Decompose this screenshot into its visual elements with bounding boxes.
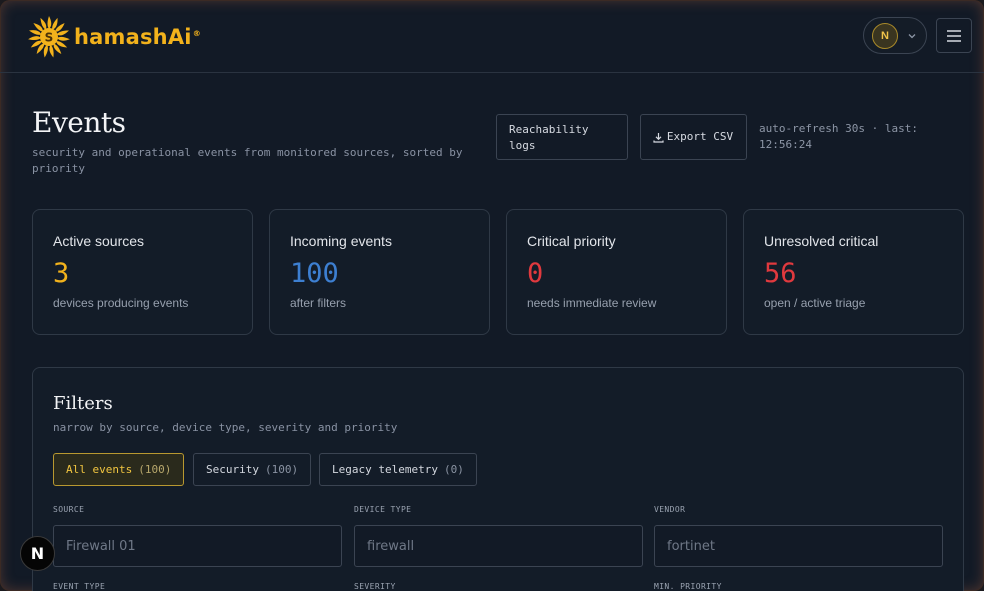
brand-name: hamashAi® <box>74 25 201 49</box>
chevron-down-icon <box>908 33 916 38</box>
device-type-input[interactable] <box>354 525 643 567</box>
stat-subtitle: open / active triage <box>764 296 866 310</box>
top-bar: S hamashAi® N <box>0 0 984 73</box>
page-subtitle: security and operational events from mon… <box>32 146 463 175</box>
export-csv-button[interactable]: Export CSV <box>640 114 747 160</box>
reachability-logs-button[interactable]: Reachability logs <box>496 114 628 160</box>
stat-card-unresolved-critical: Unresolved critical 56 open / active tri… <box>743 209 964 335</box>
auto-refresh-status: auto-refresh 30s · last: 12:56:24 <box>759 122 918 151</box>
source-label: SOURCE <box>53 505 85 514</box>
chip-label: Security <box>206 463 259 476</box>
chip-count: (100) <box>138 463 172 476</box>
stat-subtitle: needs immediate review <box>527 296 657 310</box>
stat-card-active-sources: Active sources 3 devices producing event… <box>32 209 253 335</box>
stat-title: Unresolved critical <box>764 233 879 249</box>
stat-card-incoming-events: Incoming events 100 after filters <box>269 209 490 335</box>
brand-logo[interactable]: S hamashAi® <box>26 15 201 59</box>
stat-value: 0 <box>527 258 544 289</box>
severity-label: SEVERITY <box>354 582 396 591</box>
hamburger-menu-button[interactable] <box>936 18 972 53</box>
chip-all-events[interactable]: All events (100) <box>53 453 185 486</box>
min-priority-label: MIN. PRIORITY <box>654 582 722 591</box>
trademark-mark: ® <box>192 29 201 38</box>
vendor-input[interactable] <box>654 525 943 567</box>
chip-label: Legacy telemetry <box>332 463 438 476</box>
sun-logo-icon: S <box>28 16 70 58</box>
chip-security[interactable]: Security (100) <box>193 453 312 486</box>
stat-value: 56 <box>764 258 797 289</box>
stat-subtitle: devices producing events <box>53 296 189 310</box>
filters-title: Filters <box>53 393 113 414</box>
source-input[interactable] <box>53 525 342 567</box>
device-type-label: DEVICE TYPE <box>354 505 412 514</box>
stat-value: 3 <box>53 258 70 289</box>
stat-title: Critical priority <box>527 233 616 249</box>
menu-icon <box>947 29 961 42</box>
stat-title: Active sources <box>53 233 145 249</box>
stat-subtitle: after filters <box>290 296 347 310</box>
vendor-label: VENDOR <box>654 505 686 514</box>
dev-tools-button[interactable]: N <box>20 536 55 571</box>
event-type-label: EVENT TYPE <box>53 582 106 591</box>
chip-count: (0) <box>443 463 464 476</box>
export-csv-label: Export CSV <box>666 130 734 143</box>
filters-subtitle: narrow by source, device type, severity … <box>53 421 398 434</box>
stat-value: 100 <box>290 258 339 289</box>
chip-label: All events <box>66 463 133 476</box>
user-menu-button[interactable]: N <box>863 17 927 54</box>
stat-title: Incoming events <box>290 233 392 249</box>
filters-panel: Filters narrow by source, device type, s… <box>32 367 964 591</box>
page-title: Events <box>32 106 126 139</box>
app-window: S hamashAi® N Events security and operat… <box>0 0 984 591</box>
avatar: N <box>872 22 898 49</box>
stat-card-critical-priority: Critical priority 0 needs immediate revi… <box>506 209 727 335</box>
download-icon <box>653 132 664 143</box>
svg-text:S: S <box>45 31 54 45</box>
chip-legacy-telemetry[interactable]: Legacy telemetry (0) <box>319 453 477 486</box>
chip-count: (100) <box>264 463 299 476</box>
